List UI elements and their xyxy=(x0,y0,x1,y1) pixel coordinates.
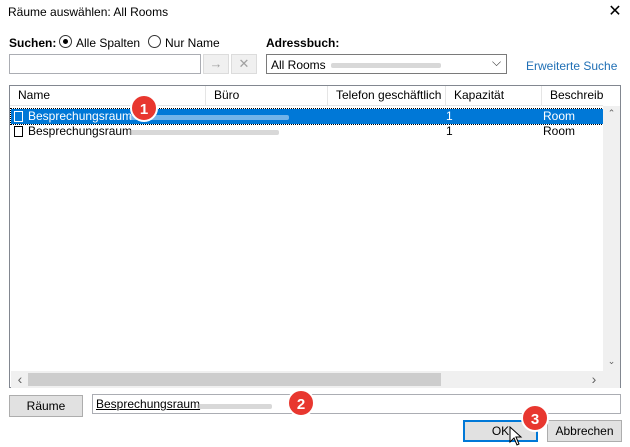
table-row[interactable]: Besprechungsraum 1 Room xyxy=(10,108,604,125)
scrollbar-thumb[interactable] xyxy=(28,373,441,386)
column-header-description[interactable]: Beschreibung xyxy=(542,86,603,105)
redacted-text xyxy=(331,63,441,68)
addressbook-select[interactable]: All Rooms ⌵ xyxy=(266,54,507,74)
callout-badge-3: 3 xyxy=(521,404,549,432)
radio-button-unchecked[interactable] xyxy=(148,35,161,48)
search-input[interactable] xyxy=(9,54,201,74)
search-label: Suchen: xyxy=(9,36,57,50)
column-header-phone[interactable]: Telefon geschäftlich xyxy=(328,86,446,105)
row-name: Besprechungsraum xyxy=(28,109,133,123)
column-header-name[interactable]: Name xyxy=(10,86,206,105)
scroll-up-icon[interactable]: ⌃ xyxy=(603,108,620,119)
callout-badge-2: 2 xyxy=(287,389,315,417)
scrollbar-corner xyxy=(603,371,620,388)
radio-name-only[interactable] xyxy=(148,35,161,51)
vertical-scrollbar[interactable]: ⌃ ⌄ xyxy=(603,106,620,372)
go-arrow-icon[interactable]: → xyxy=(203,54,229,74)
row-description: Room xyxy=(543,124,576,138)
radio-button-checked[interactable] xyxy=(59,35,72,48)
column-header-office[interactable]: Büro xyxy=(206,86,328,105)
mouse-cursor-icon xyxy=(509,425,523,447)
row-capacity: 1 xyxy=(446,109,453,123)
advanced-search-link[interactable]: Erweiterte Suche xyxy=(526,59,617,73)
callout-badge-1: 1 xyxy=(130,94,158,122)
rooms-field-value: Besprechungsraum xyxy=(96,397,201,411)
scroll-left-icon[interactable]: ‹ xyxy=(13,372,27,386)
addressbook-label: Adressbuch: xyxy=(266,36,340,50)
cancel-button[interactable]: Abbrechen xyxy=(547,420,622,442)
redacted-text xyxy=(129,130,279,135)
scroll-right-icon[interactable]: › xyxy=(587,372,601,386)
horizontal-scrollbar[interactable]: ‹ › xyxy=(11,371,603,388)
row-name: Besprechungsraum xyxy=(28,124,133,138)
addressbook-value: All Rooms xyxy=(271,58,326,72)
radio-all-columns[interactable] xyxy=(59,35,72,51)
radio-name-only-label: Nur Name xyxy=(165,36,220,50)
clear-icon[interactable]: ✕ xyxy=(231,54,257,74)
rooms-list[interactable]: Name Büro Telefon geschäftlich Kapazität… xyxy=(9,85,621,388)
column-header-capacity[interactable]: Kapazität xyxy=(446,86,542,105)
row-capacity: 1 xyxy=(446,124,453,138)
window-title: Räume auswählen: All Rooms xyxy=(8,5,169,19)
table-row[interactable]: Besprechungsraum 1 Room xyxy=(11,124,603,139)
close-icon[interactable]: ✕ xyxy=(604,2,626,22)
row-description: Room xyxy=(543,109,576,123)
radio-all-columns-label: Alle Spalten xyxy=(76,36,141,50)
redacted-text xyxy=(197,404,272,409)
chevron-down-icon: ⌵ xyxy=(492,55,502,69)
scroll-down-icon[interactable]: ⌄ xyxy=(603,356,620,367)
header-divider xyxy=(10,105,603,106)
rooms-button[interactable]: Räume xyxy=(9,395,83,417)
